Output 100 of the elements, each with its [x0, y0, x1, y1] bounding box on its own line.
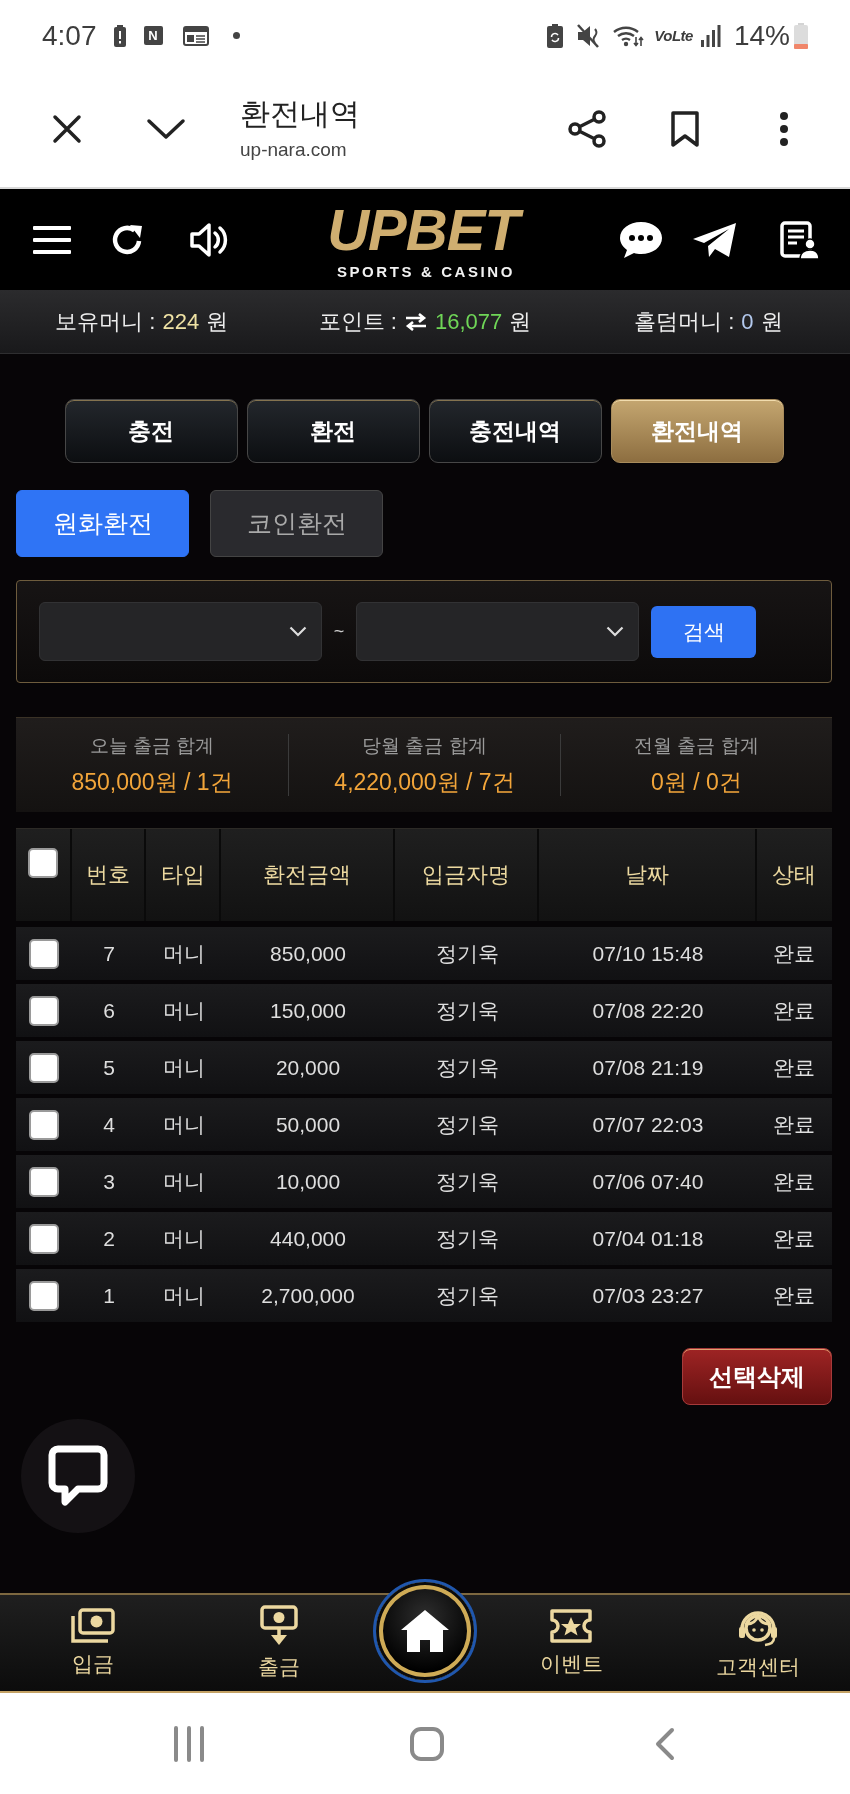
tab[interactable]: 충전내역 [428, 399, 602, 463]
table-cell-text: 정기욱 [434, 1111, 500, 1138]
delete-selected-button[interactable]: 선택삭제 [682, 1348, 832, 1405]
table-cell-text: 완료 [772, 1282, 816, 1309]
table-cell-text: 정기욱 [434, 997, 500, 1024]
column-header: 입금자명 [395, 829, 539, 921]
table-cell-text: 07/06 07:40 [591, 1169, 705, 1194]
table-cell-text: 정기욱 [434, 1282, 500, 1309]
table-cell-text: 2 [102, 1226, 116, 1251]
table-cell-text: 머니 [161, 1111, 206, 1138]
balance-label: 홀덤머니 : [634, 307, 735, 336]
select-all-checkbox[interactable] [28, 848, 58, 878]
share-icon[interactable] [567, 109, 607, 149]
balance-label: 보유머니 : [55, 307, 156, 336]
column-header: 환전금액 [221, 829, 395, 921]
cash-stack-icon [69, 1608, 116, 1644]
summary-value: 850,000원 / 1건 [71, 767, 233, 797]
nav-button[interactable]: 출금 [185, 1595, 373, 1691]
checkbox[interactable] [29, 938, 59, 969]
table-cell-text: 07/10 15:48 [591, 941, 705, 966]
table-cell-text: 07/08 22:20 [591, 998, 705, 1023]
table-cell-text: 정기욱 [434, 1054, 500, 1081]
table-cell-text: 완료 [772, 940, 816, 967]
ticket-star-icon [549, 1608, 593, 1644]
table-cell-text: 머니 [161, 1282, 206, 1309]
table-cell-text: 3 [102, 1169, 116, 1194]
balance-label: 포인트 : [318, 307, 397, 336]
profile-document-icon[interactable] [780, 220, 819, 259]
nav-button[interactable]: 이벤트 [477, 1595, 665, 1691]
table-cell-text: 정기욱 [434, 1225, 500, 1252]
table-cell-text: 5 [102, 1055, 116, 1080]
column-header: 날짜 [539, 829, 757, 921]
column-header: 번호 [72, 829, 146, 921]
checkbox[interactable] [29, 1109, 59, 1140]
nav-button[interactable]: 고객센터 [665, 1595, 850, 1691]
chevron-down-icon [289, 626, 307, 637]
battery-saver-icon [547, 23, 564, 48]
table-cell-text: 완료 [772, 997, 816, 1024]
table-cell-text: 완료 [772, 1054, 816, 1081]
table-cell-text: 머니 [161, 1054, 206, 1081]
refresh-icon[interactable] [110, 222, 144, 257]
range-separator: ~ [332, 621, 346, 642]
more-icon[interactable] [779, 111, 789, 147]
table-cell-text: 머니 [161, 940, 206, 967]
table-cell-text: 2,700,000 [260, 1283, 356, 1308]
site-logo[interactable]: UPBET [327, 200, 525, 259]
speech-bubble-icon [48, 1445, 108, 1507]
checkbox[interactable] [29, 1223, 59, 1254]
checkbox[interactable] [29, 1052, 59, 1083]
network-type-label: VoLte [654, 27, 693, 44]
column-header: 상태 [771, 861, 817, 889]
table-cell-text: 7 [102, 941, 116, 966]
exchange-icon [403, 312, 428, 331]
summary-value: 0원 / 0건 [651, 767, 742, 797]
sub-tab[interactable]: 코인환전 [210, 490, 383, 557]
currency-unit: 원 [760, 307, 783, 336]
table-cell-text: 850,000 [269, 941, 347, 966]
summary-label: 오늘 출금 합계 [89, 733, 215, 758]
table-cell-text: 150,000 [269, 998, 347, 1023]
table-cell-text: 07/07 22:03 [591, 1112, 705, 1137]
speaker-icon[interactable] [189, 221, 229, 258]
checkbox[interactable] [29, 1166, 59, 1197]
table-cell-text: 4 [102, 1112, 116, 1137]
table-cell-text: 완료 [772, 1168, 816, 1195]
summary-label: 전월 출금 합계 [634, 733, 759, 758]
chat-icon[interactable] [619, 220, 663, 259]
home-icon[interactable] [409, 1725, 445, 1762]
sub-tab[interactable]: 원화환전 [16, 490, 189, 557]
tab[interactable]: 환전 [246, 399, 420, 463]
balance-value: 0 [741, 308, 754, 335]
recent-apps-icon[interactable] [172, 1724, 206, 1763]
send-icon[interactable] [692, 221, 737, 258]
balance-value: 16,077 [434, 308, 503, 335]
battery-percent: 14% [733, 19, 790, 52]
checkbox[interactable] [29, 1280, 59, 1311]
back-icon[interactable] [655, 1726, 675, 1761]
table-cell-text: 440,000 [269, 1226, 347, 1251]
cash-down-arrow-icon [260, 1605, 298, 1647]
bookmark-icon[interactable] [669, 110, 701, 148]
table-cell-text: 정기욱 [434, 1168, 500, 1195]
battery-icon [794, 22, 808, 49]
summary-label: 당월 출금 합계 [362, 733, 487, 758]
chevron-down-icon[interactable] [146, 118, 186, 140]
clock-time: 4:07 [42, 19, 97, 52]
page-url: up-nara.com [240, 138, 348, 162]
battery-alert-icon [113, 24, 126, 47]
app-notification-badge: N [143, 26, 163, 45]
signal-icon [700, 24, 721, 47]
checkbox[interactable] [29, 995, 59, 1026]
tab[interactable]: 충전 [64, 399, 238, 463]
table-cell-text: 20,000 [274, 1055, 342, 1080]
table-cell-text: 07/04 01:18 [591, 1226, 705, 1251]
table-cell-text: 50,000 [274, 1112, 342, 1137]
search-button[interactable]: 검색 [651, 605, 756, 658]
close-icon[interactable] [52, 114, 82, 144]
menu-icon[interactable] [33, 225, 71, 254]
table-cell-text: 07/03 23:27 [591, 1283, 705, 1308]
currency-unit: 원 [509, 307, 532, 336]
nav-button[interactable]: 입금 [0, 1595, 185, 1691]
table-cell-text: 10,000 [274, 1169, 342, 1194]
